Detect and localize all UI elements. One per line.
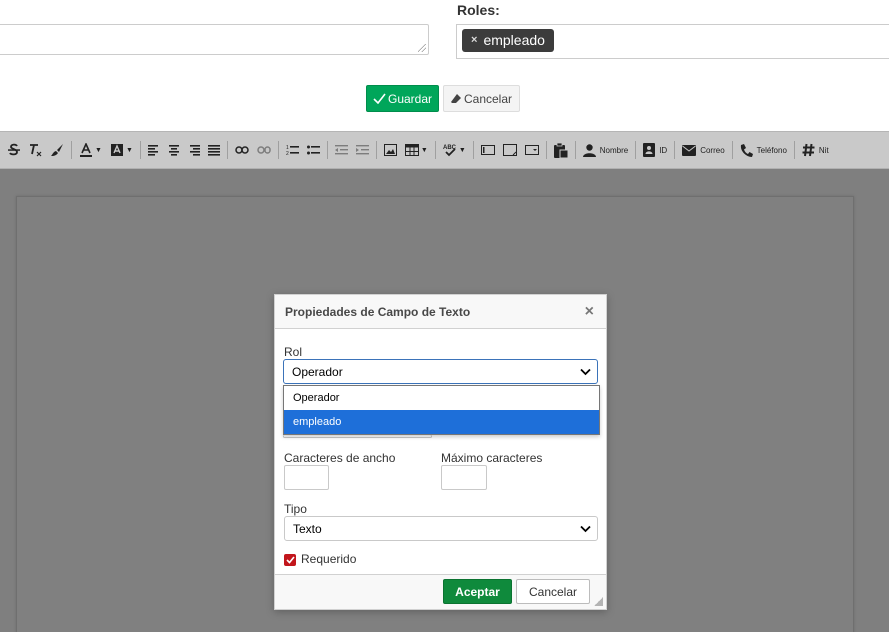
rol-option-highlighted[interactable]: empleado	[284, 410, 599, 434]
envelope-icon	[682, 144, 697, 156]
svg-text:2: 2	[286, 151, 289, 156]
hashtag-icon	[802, 143, 815, 157]
rol-label: Rol	[284, 345, 303, 359]
width-input[interactable]	[284, 465, 329, 490]
correo-label: Correo	[700, 145, 725, 155]
nit-label: Nit	[818, 145, 829, 155]
hidden-field-edge	[283, 435, 432, 438]
toolbar-separator	[375, 141, 377, 159]
rol-option[interactable]: Operador	[284, 386, 599, 410]
dialog-title: Propiedades de Campo de Texto	[285, 304, 471, 319]
image-icon[interactable]	[380, 138, 401, 162]
description-textarea[interactable]	[0, 24, 429, 55]
link-icon[interactable]	[231, 138, 253, 162]
chevron-down-icon	[580, 525, 591, 532]
save-button[interactable]: Guardar	[366, 85, 439, 112]
editor-toolbar: ▼ ▼ 12 ▼ ABC ▼ Nombre ID Correo Teléfono…	[0, 131, 889, 169]
table-icon[interactable]: ▼	[401, 138, 432, 162]
insert-correo-button[interactable]: Correo	[678, 138, 728, 162]
background-color-icon[interactable]: ▼	[106, 138, 137, 162]
dialog-cancel-button[interactable]: Cancelar	[516, 579, 590, 604]
select-field-icon[interactable]	[521, 138, 543, 162]
toolbar-separator	[731, 141, 733, 159]
bulleted-list-icon[interactable]	[303, 138, 324, 162]
nombre-label: Nombre	[599, 145, 629, 155]
align-left-icon[interactable]	[144, 138, 164, 162]
decrease-indent-icon[interactable]	[331, 138, 352, 162]
align-right-icon[interactable]	[184, 138, 204, 162]
id-card-icon	[643, 143, 656, 157]
toolbar-separator	[472, 141, 474, 159]
toolbar-separator	[635, 141, 637, 159]
numbered-list-icon[interactable]: 12	[282, 138, 303, 162]
required-checkbox[interactable]	[284, 554, 296, 566]
insert-nit-button[interactable]: Nit	[798, 138, 833, 162]
insert-telefono-button[interactable]: Teléfono	[736, 138, 791, 162]
tipo-label: Tipo	[284, 502, 307, 516]
width-label: Caracteres de ancho	[284, 451, 396, 465]
user-icon	[582, 143, 596, 157]
resize-grip-icon[interactable]	[418, 44, 426, 52]
required-label: Requerido	[301, 552, 357, 566]
toolbar-separator	[793, 141, 795, 159]
max-chars-label: Máximo caracteres	[441, 451, 543, 465]
tipo-select[interactable]: Texto	[284, 516, 598, 541]
toolbar-separator	[326, 141, 328, 159]
toolbar-separator	[574, 141, 576, 159]
toolbar-separator	[226, 141, 228, 159]
cancel-label: Cancelar	[463, 91, 513, 106]
chevron-down-icon	[580, 368, 591, 375]
remove-tag-icon[interactable]: ×	[471, 29, 477, 52]
role-tag-label: empleado	[483, 32, 545, 48]
dialog-header: Propiedades de Campo de Texto ×	[275, 295, 606, 329]
resize-handle-icon[interactable]	[594, 597, 603, 606]
cancel-button[interactable]: Cancelar	[443, 85, 520, 112]
insert-id-button[interactable]: ID	[639, 138, 671, 162]
toolbar-separator	[71, 141, 72, 159]
save-label: Guardar	[387, 91, 433, 106]
telefono-label: Teléfono	[756, 145, 787, 155]
check-icon	[285, 556, 295, 564]
remove-format-icon[interactable]	[24, 138, 46, 162]
roles-multiselect[interactable]: × empleado	[456, 24, 889, 59]
id-label: ID	[659, 145, 668, 155]
copy-format-icon[interactable]	[46, 138, 68, 162]
rol-select-value: Operador	[292, 364, 343, 379]
text-field-icon[interactable]	[477, 138, 499, 162]
toolbar-separator	[434, 141, 436, 159]
textarea-icon[interactable]	[499, 138, 521, 162]
insert-nombre-button[interactable]: Nombre	[579, 138, 632, 162]
strikethrough-icon[interactable]	[4, 138, 24, 162]
role-tag: × empleado	[462, 29, 554, 52]
toolbar-separator	[139, 141, 141, 159]
check-icon	[373, 93, 386, 104]
spellcheck-icon[interactable]: ABC ▼	[439, 138, 470, 162]
roles-label: Roles:	[457, 2, 500, 18]
increase-indent-icon[interactable]	[352, 138, 373, 162]
user-form: Roles: × empleado Guardar Cancelar	[0, 0, 889, 131]
max-chars-input[interactable]	[441, 465, 487, 490]
dialog-footer: Aceptar Cancelar	[275, 574, 606, 609]
align-center-icon[interactable]	[164, 138, 184, 162]
paste-icon[interactable]	[550, 138, 572, 162]
text-field-properties-dialog: Propiedades de Campo de Texto × Rol Oper…	[274, 294, 607, 610]
rol-select[interactable]: Operador	[283, 359, 598, 384]
accept-button[interactable]: Aceptar	[443, 579, 512, 604]
toolbar-separator	[277, 141, 279, 159]
toolbar-separator	[674, 141, 676, 159]
phone-icon	[740, 143, 753, 157]
text-color-icon[interactable]: ▼	[75, 138, 106, 162]
close-icon[interactable]: ×	[585, 304, 594, 320]
rol-dropdown-list: Operador empleado	[283, 385, 600, 435]
tipo-select-value: Texto	[293, 521, 322, 536]
eraser-icon	[450, 93, 461, 103]
toolbar-separator	[545, 141, 547, 159]
unlink-icon[interactable]	[253, 138, 275, 162]
align-justify-icon[interactable]	[204, 138, 224, 162]
